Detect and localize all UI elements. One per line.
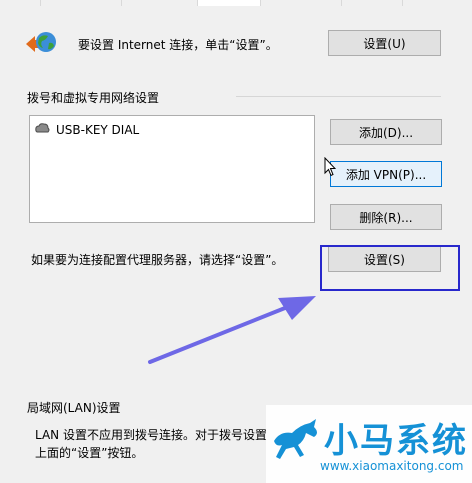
connections-listbox[interactable]: USB-KEY DIAL [29,115,315,223]
dialup-section-title: 拨号和虚拟专用网络设置 [27,91,160,105]
section-divider [236,96,441,97]
tab-fragment-active[interactable] [198,0,261,6]
tab-fragment[interactable] [261,0,342,6]
lan-info-line-2: 上面的“设置”按钮。 [35,446,144,460]
internet-setup-text: 要设置 Internet 连接，单击“设置”。 [78,38,278,52]
internet-globe-icon [24,30,58,56]
tab-fragment[interactable] [122,0,198,6]
connection-name: USB-KEY DIAL [56,123,140,137]
annotation-arrow-icon [140,290,320,370]
watermark-title: 小马系统 [324,421,468,461]
watermark-url: www.xiaomaxitong.com [320,459,464,473]
tab-fragment[interactable] [0,0,41,6]
dialup-connection-icon [34,122,50,138]
proxy-instructions-text: 如果要为连接配置代理服务器，请选择“设置”。 [31,253,284,267]
list-item[interactable]: USB-KEY DIAL [34,122,139,138]
tab-strip [0,0,472,6]
remove-connection-button[interactable]: 删除(R)... [330,204,442,230]
lan-section-title: 局域网(LAN)设置 [27,401,121,415]
tab-fragment[interactable] [403,0,472,6]
add-connection-button[interactable]: 添加(D)... [330,119,442,145]
mouse-cursor-icon [324,156,337,177]
add-vpn-button[interactable]: 添加 VPN(P)... [330,161,442,187]
internet-setup-button[interactable]: 设置(U) [328,30,441,56]
highlight-box [320,245,460,291]
horse-logo-icon [270,417,322,461]
tab-fragment[interactable] [342,0,403,6]
watermark-logo: 小马系统 www.xiaomaxitong.com [266,405,472,483]
lan-info-line-1: LAN 设置不应用到拨号连接。对于拨号设置 [35,428,267,442]
tab-fragment[interactable] [41,0,122,6]
